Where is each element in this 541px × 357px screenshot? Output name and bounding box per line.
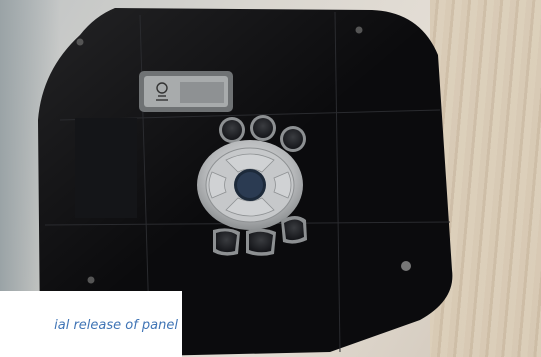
bottom-button-3[interactable]	[281, 216, 307, 244]
screw	[355, 26, 363, 34]
center-button[interactable]	[234, 169, 266, 201]
top-button-3[interactable]	[280, 126, 306, 152]
top-button-2[interactable]	[250, 115, 276, 141]
caption-text: ial release of panel	[54, 318, 178, 333]
display-window	[139, 71, 233, 112]
top-button-1[interactable]	[219, 117, 245, 143]
bottom-button-1[interactable]	[213, 228, 240, 256]
screw	[401, 261, 411, 271]
screw	[76, 38, 84, 46]
screw	[87, 276, 95, 284]
photo-scene: ial release of panel	[0, 0, 541, 357]
vent-grille	[75, 118, 137, 218]
bottom-button-2[interactable]	[246, 228, 276, 256]
